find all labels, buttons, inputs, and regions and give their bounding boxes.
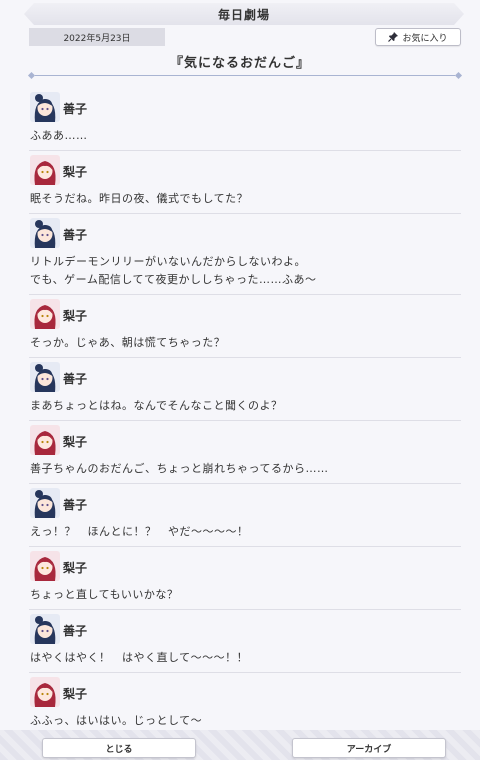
pin-icon: [388, 32, 399, 42]
dialogue-entry: 善子 ふああ……: [29, 88, 461, 151]
yoshiko-avatar: [30, 92, 60, 122]
title-divider: [27, 71, 463, 80]
speaker-name: 善子: [63, 624, 88, 638]
yoshiko-avatar: [30, 488, 60, 518]
header-bar: 毎日劇場: [24, 3, 464, 25]
yoshiko-avatar: [30, 362, 60, 392]
speaker-name: 梨子: [63, 687, 88, 701]
dialogue-entry: 善子 えっ！？ ほんとに！？ やだ〜〜〜〜！: [29, 484, 461, 547]
dialogue-text: ちょっと直してもいいかな？: [30, 588, 179, 601]
yoshiko-avatar: [30, 218, 60, 248]
dialogue-entry: 梨子 善子ちゃんのおだんご、ちょっと崩れちゃってるから……: [29, 421, 461, 484]
riko-avatar: [30, 299, 60, 329]
dialogue-text: そっか。じゃあ、朝は慌てちゃった？: [30, 336, 226, 349]
dialogue-entry: 善子 はやくはやく！ はやく直して〜〜〜！！: [29, 610, 461, 673]
dialogue-text: はやくはやく！ はやく直して〜〜〜！！: [30, 651, 249, 664]
dialogue-list[interactable]: 善子 ふああ…… 梨子 眠そうだね。昨日の夜、儀式でもしてた？ 善子 リトルデー…: [29, 88, 461, 730]
dialogue-text: ふふっ、はいはい。じっとして〜: [30, 714, 203, 727]
favorite-label: お気に入り: [402, 33, 448, 44]
speaker-name: 善子: [63, 102, 88, 116]
yoshiko-avatar: [30, 614, 60, 644]
speaker-name: 梨子: [63, 165, 88, 179]
speaker-name: 梨子: [63, 561, 88, 575]
dialogue-entry: 梨子 ちょっと直してもいいかな？: [29, 547, 461, 610]
riko-avatar: [30, 677, 60, 707]
dialogue-text: 眠そうだね。昨日の夜、儀式でもしてた？: [30, 192, 249, 205]
riko-avatar: [30, 425, 60, 455]
date-label: 2022年5月23日: [29, 28, 165, 46]
dialogue-text-line: でも、ゲーム配信してて夜更かししちゃった……ふあ〜: [30, 273, 317, 286]
dialogue-text: 善子ちゃんのおだんご、ちょっと崩れちゃってるから……: [30, 462, 329, 475]
favorite-button[interactable]: お気に入り: [375, 28, 461, 46]
dialogue-text: えっ！？ ほんとに！？ やだ〜〜〜〜！: [30, 525, 249, 538]
dialogue-text: リトルデーモンリリーがいないんだからしないわよ。 でも、ゲーム配信してて夜更かし…: [30, 253, 317, 289]
dialogue-entry: 梨子 眠そうだね。昨日の夜、儀式でもしてた？: [29, 151, 461, 214]
speaker-name: 梨子: [63, 435, 88, 449]
dialogue-text: まあちょっとはね。なんでそんなこと聞くのよ？: [30, 399, 283, 412]
dialogue-text: ふああ……: [30, 129, 88, 142]
dialogue-entry: 梨子 そっか。じゃあ、朝は慌てちゃった？: [29, 295, 461, 358]
speaker-name: 善子: [63, 372, 88, 386]
dialogue-entry: 善子 まあちょっとはね。なんでそんなこと聞くのよ？: [29, 358, 461, 421]
speaker-name: 善子: [63, 498, 88, 512]
dialogue-text-line: リトルデーモンリリーがいないんだからしないわよ。: [30, 255, 306, 268]
header-title: 毎日劇場: [217, 7, 270, 22]
riko-avatar: [30, 551, 60, 581]
archive-button[interactable]: アーカイブ: [292, 738, 446, 758]
speaker-name: 善子: [63, 228, 88, 242]
dialogue-entry: 梨子 ふふっ、はいはい。じっとして〜: [29, 673, 461, 730]
speaker-name: 梨子: [63, 309, 88, 323]
story-title: 『気になるおだんご』: [169, 56, 310, 71]
dialogue-entry: 善子 リトルデーモンリリーがいないんだからしないわよ。 でも、ゲーム配信してて夜…: [29, 214, 461, 295]
close-button[interactable]: とじる: [42, 738, 196, 758]
riko-avatar: [30, 155, 60, 185]
